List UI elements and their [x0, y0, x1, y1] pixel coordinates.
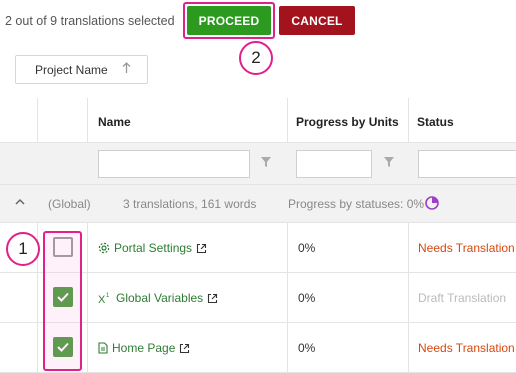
progress-value: 0%: [298, 291, 316, 305]
external-link-icon[interactable]: [207, 293, 218, 304]
external-link-icon[interactable]: [179, 343, 190, 354]
status-text: Draft Translation: [418, 291, 507, 305]
status-text: Needs Translation: [418, 241, 515, 255]
gear-icon: [98, 242, 110, 254]
table-header: Name Progress by Units Status: [0, 98, 516, 143]
translation-name: Global Variables: [116, 291, 204, 305]
filter-row: [0, 143, 516, 185]
translation-link[interactable]: Portal Settings: [98, 241, 207, 255]
column-header-name[interactable]: Name: [98, 115, 131, 129]
variable-icon: X1: [98, 293, 110, 304]
svg-text:X: X: [98, 294, 106, 304]
progress-pie-icon: [425, 196, 439, 210]
status-filter-input[interactable]: [418, 150, 516, 178]
progress-filter-input[interactable]: [296, 150, 372, 178]
status-text: Needs Translation: [418, 341, 515, 355]
sort-project-name-button[interactable]: Project Name: [15, 55, 148, 84]
translation-name: Portal Settings: [114, 241, 193, 255]
page-icon: [98, 342, 108, 354]
name-filter-input[interactable]: [98, 150, 250, 178]
proceed-button[interactable]: PROCEED: [187, 6, 271, 35]
chevron-up-icon[interactable]: [14, 196, 26, 208]
external-link-icon[interactable]: [196, 243, 207, 254]
progress-value: 0%: [298, 241, 316, 255]
translation-link[interactable]: Home Page: [98, 341, 190, 355]
sort-label: Project Name: [35, 62, 108, 77]
svg-text:1: 1: [106, 293, 110, 299]
group-progress-text: Progress by statuses: 0%: [288, 197, 425, 211]
filter-funnel-icon[interactable]: [383, 156, 395, 168]
filter-funnel-icon[interactable]: [260, 156, 272, 168]
translation-name: Home Page: [112, 341, 176, 355]
toolbar: 2 out of 9 translations selected PROCEED…: [0, 0, 516, 44]
translation-link[interactable]: X1 Global Variables: [98, 291, 218, 305]
cancel-button[interactable]: CANCEL: [279, 6, 355, 35]
group-summary: 3 translations, 161 words: [123, 197, 257, 211]
sort-arrow-up-icon: [122, 62, 131, 77]
callout-2: 2: [239, 41, 273, 75]
selection-count-text: 2 out of 9 translations selected: [5, 14, 175, 28]
column-header-status[interactable]: Status: [417, 115, 454, 129]
group-row-global[interactable]: (Global) 3 translations, 161 words Progr…: [0, 185, 516, 223]
progress-value: 0%: [298, 341, 316, 355]
checkbox-column-highlight: [43, 231, 82, 371]
column-header-progress[interactable]: Progress by Units: [296, 115, 399, 129]
group-label: (Global): [48, 197, 91, 211]
callout-1: 1: [6, 232, 40, 266]
